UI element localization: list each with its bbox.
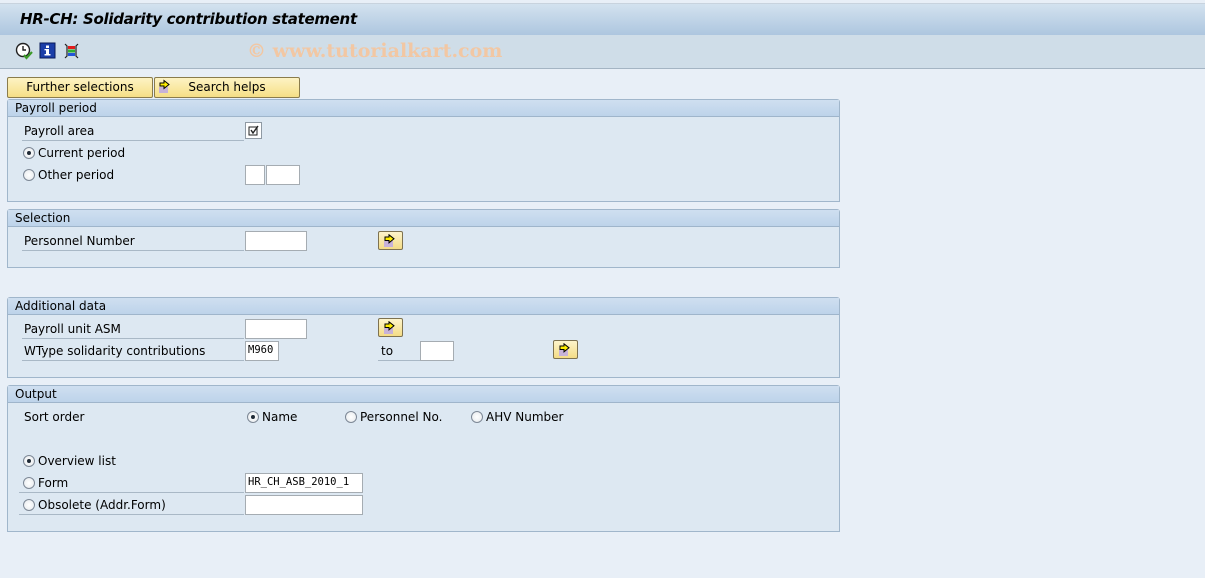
page-title: HR-CH: Solidarity contribution statement: [20, 10, 357, 28]
application-toolbar: © www.tutorialkart.com: [0, 35, 1205, 69]
info-icon[interactable]: [39, 42, 57, 60]
payroll-unit-input[interactable]: [245, 319, 307, 339]
overview-list-radio[interactable]: [23, 455, 35, 467]
checkmark-icon: [248, 125, 259, 136]
wtype-multiple-selection-button[interactable]: [553, 340, 578, 359]
sort-personnel-no-radio[interactable]: [345, 411, 357, 423]
sort-name-radio[interactable]: [247, 411, 259, 423]
additional-data-header: Additional data: [8, 298, 839, 315]
personnel-number-multiple-selection-button[interactable]: [378, 231, 403, 250]
payroll-period-group: Payroll period: [7, 99, 840, 202]
sort-ahv-number-label: AHV Number: [486, 410, 564, 424]
further-selections-button[interactable]: Further selections: [7, 77, 153, 98]
wtype-from-input[interactable]: M960: [245, 341, 279, 361]
personnel-number-input[interactable]: [245, 231, 307, 251]
form-row-label: Form: [19, 474, 244, 493]
further-selections-label: Further selections: [26, 80, 134, 94]
sort-ahv-number-radio[interactable]: [471, 411, 483, 423]
sort-name-label: Name: [262, 410, 298, 424]
sort-personnel-no-label: Personnel No.: [360, 410, 443, 424]
current-period-radio[interactable]: [23, 147, 35, 159]
payroll-area-label: Payroll area: [22, 122, 244, 141]
other-period-label: Other period: [38, 168, 115, 182]
selection-options-icon[interactable]: [63, 42, 81, 60]
multiple-selection-arrow-icon: [158, 79, 174, 101]
search-helps-button[interactable]: Search helps: [154, 77, 300, 98]
obsolete-row-label: Obsolete (Addr.Form): [19, 496, 244, 515]
selection-header: Selection: [8, 210, 839, 227]
payroll-area-checkbox[interactable]: [245, 122, 262, 139]
other-period-month-input[interactable]: [245, 165, 265, 185]
sort-order-label: Sort order: [24, 410, 85, 424]
multiple-selection-arrow-icon: [384, 321, 395, 334]
execute-clock-icon[interactable]: [15, 42, 33, 60]
current-period-label: Current period: [38, 146, 126, 160]
watermark: © www.tutorialkart.com: [247, 40, 503, 62]
title-bar: HR-CH: Solidarity contribution statement: [0, 3, 1205, 36]
obsolete-radio[interactable]: [23, 499, 35, 511]
output-header: Output: [8, 386, 839, 403]
other-period-year-input[interactable]: [266, 165, 300, 185]
obsolete-input[interactable]: [245, 495, 363, 515]
other-period-radio[interactable]: [23, 169, 35, 181]
overview-list-label: Overview list: [38, 454, 116, 468]
payroll-unit-label: Payroll unit ASM: [22, 320, 244, 339]
wtype-to-input[interactable]: [420, 341, 454, 361]
to-label: to: [378, 342, 420, 361]
form-input[interactable]: HR_CH_ASB_2010_1: [245, 473, 363, 493]
payroll-period-header: Payroll period: [8, 100, 839, 117]
multiple-selection-arrow-icon: [559, 343, 570, 356]
personnel-number-label: Personnel Number: [22, 232, 244, 251]
wtype-label: WType solidarity contributions: [22, 342, 244, 361]
search-helps-label: Search helps: [188, 80, 266, 94]
payroll-unit-multiple-selection-button[interactable]: [378, 318, 403, 337]
multiple-selection-arrow-icon: [384, 234, 395, 247]
form-radio[interactable]: [23, 477, 35, 489]
